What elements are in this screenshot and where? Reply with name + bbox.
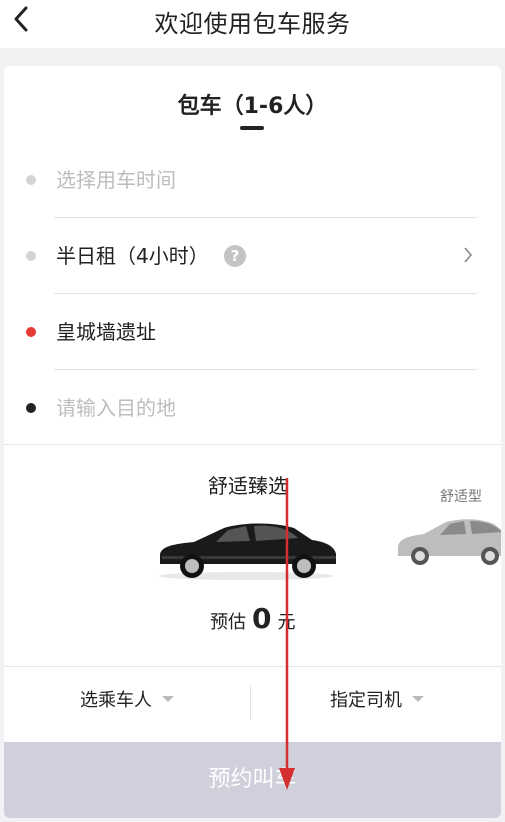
booking-card: 包车（1-6人） 选择用车时间 半日租（4小时） ? 皇城墙遗址 请输入目的地 … [4,66,501,818]
caret-down-icon [412,696,424,702]
caret-down-icon [162,696,174,702]
pickup-dot [26,327,36,337]
pickup-location: 皇城墙遗址 [56,320,156,344]
duration-dot [26,251,36,261]
section-divider [4,444,501,445]
car-comfort-image[interactable] [394,510,501,570]
tab-active-indicator [240,126,264,130]
pickup-row[interactable]: 皇城墙遗址 [4,294,501,370]
price-prefix: 预估 [210,612,246,633]
options-separator [250,686,251,720]
price-unit: 元 [277,612,296,633]
price-estimate: 预估 0 元 [210,602,295,635]
select-passenger-label: 选乘车人 [80,690,152,711]
book-ride-button[interactable]: 预约叫车 [4,742,501,818]
help-icon[interactable]: ? [224,245,246,267]
assign-driver-dropdown[interactable]: 指定司机 [330,686,424,712]
options-divider [4,666,501,667]
header-bar: 欢迎使用包车服务 [0,0,505,48]
price-value: 0 [252,602,272,635]
duration-row[interactable]: 半日租（4小时） ? [4,218,501,294]
time-placeholder: 选择用车时间 [56,168,176,192]
duration-label: 半日租（4小时） [56,244,209,268]
time-select-row[interactable]: 选择用车时间 [4,142,501,218]
assign-driver-label: 指定司机 [330,690,402,711]
time-dot [26,175,36,185]
tab-charter[interactable]: 包车（1-6人） [4,88,501,120]
destination-placeholder: 请输入目的地 [56,396,176,420]
destination-row[interactable]: 请输入目的地 [4,370,501,446]
chevron-right-icon [463,246,473,268]
car-type-comfort-label[interactable]: 舒适型 [440,486,482,506]
car-comfort-plus-image[interactable] [154,514,338,582]
car-type-comfort-plus-label[interactable]: 舒适臻选 [208,470,288,499]
destination-dot [26,403,36,413]
select-passenger-dropdown[interactable]: 选乘车人 [80,686,174,712]
page-title: 欢迎使用包车服务 [154,10,351,38]
